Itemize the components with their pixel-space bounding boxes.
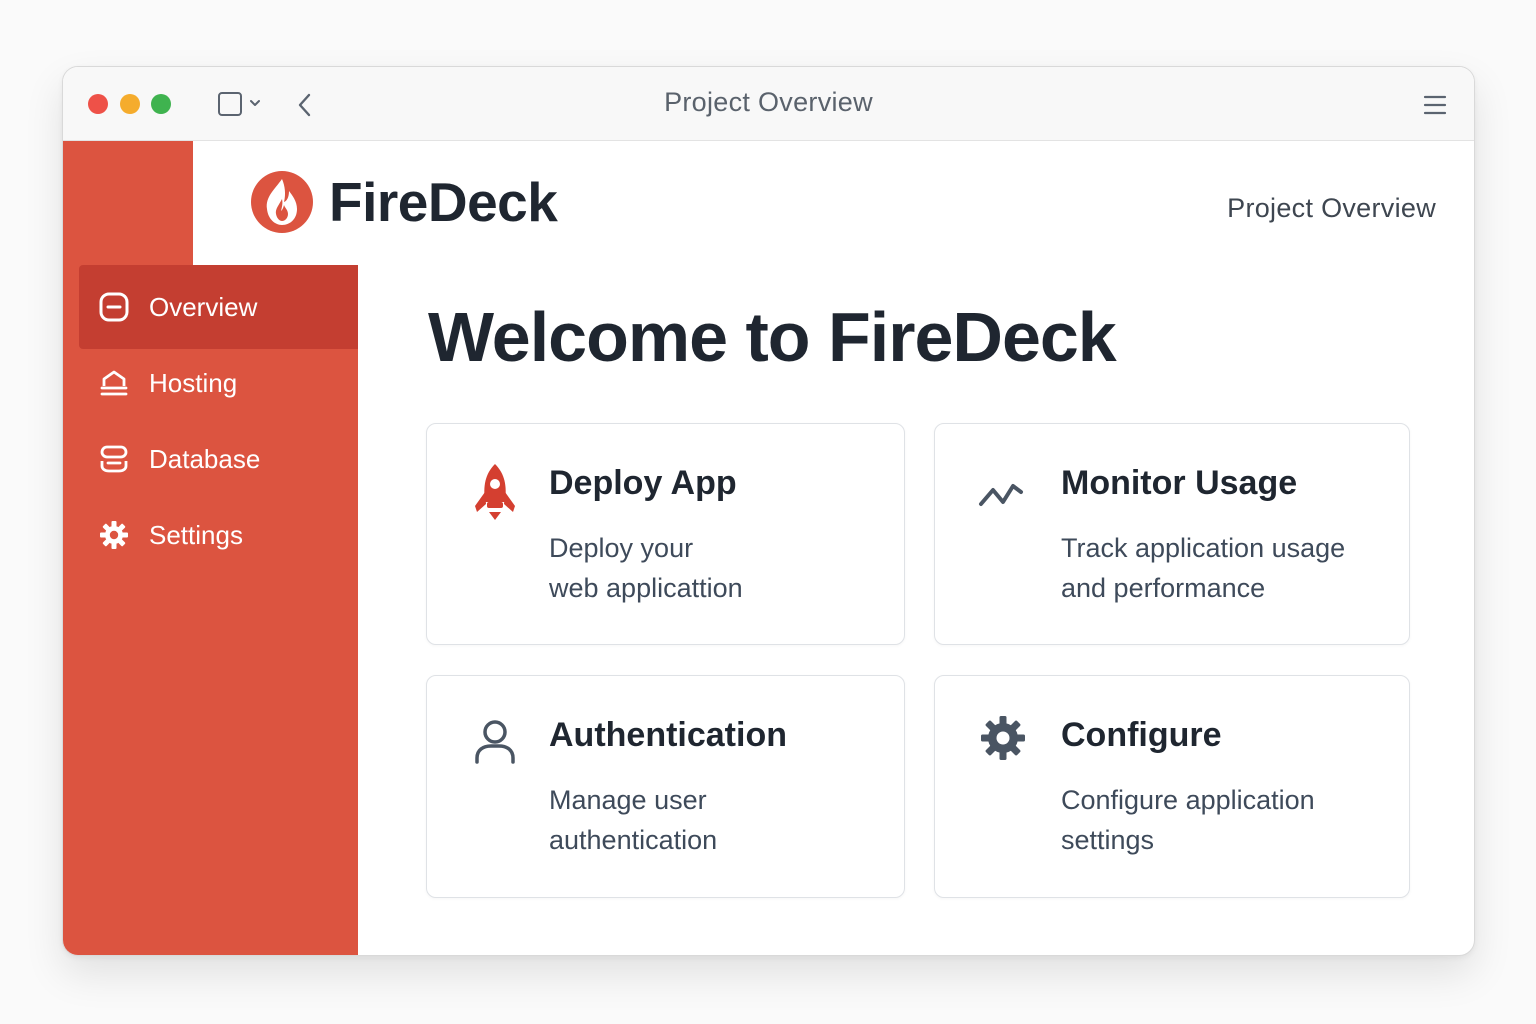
flame-icon bbox=[251, 171, 313, 233]
card-monitor-usage[interactable]: Monitor Usage Track application usage an… bbox=[934, 423, 1410, 645]
sidebar-header-strip bbox=[63, 141, 193, 265]
rocket-icon bbox=[469, 462, 521, 528]
card-description-line: settings bbox=[1061, 825, 1155, 855]
card-description-line: authentication bbox=[549, 825, 718, 855]
overview-icon bbox=[99, 292, 129, 322]
sidebar: Overview Hosting Database Settings bbox=[63, 265, 358, 955]
card-title: Monitor Usage bbox=[1061, 464, 1298, 502]
gear-icon bbox=[977, 714, 1029, 780]
gear-icon bbox=[99, 520, 129, 550]
brand[interactable]: FireDeck bbox=[249, 169, 558, 235]
sidebar-item-database[interactable]: Database bbox=[79, 417, 358, 501]
card-authentication[interactable]: Authentication Manage user authenticatio… bbox=[426, 675, 905, 898]
card-description: Configure application settings bbox=[1061, 780, 1391, 860]
card-title: Deploy App bbox=[549, 464, 737, 502]
card-description-line: Manage user bbox=[549, 785, 707, 815]
hamburger-menu-icon[interactable] bbox=[1421, 91, 1449, 119]
activity-icon bbox=[977, 462, 1029, 528]
sidebar-item-label: Overview bbox=[149, 291, 258, 322]
card-description: Deploy your web applicattion bbox=[549, 528, 879, 608]
database-icon bbox=[99, 444, 129, 474]
card-description-line: web applicattion bbox=[549, 573, 743, 603]
welcome-heading: Welcome to FireDeck bbox=[428, 298, 1117, 376]
card-configure[interactable]: Configure Configure application settings bbox=[934, 675, 1410, 898]
hosting-icon bbox=[99, 368, 129, 398]
card-deploy-app[interactable]: Deploy App Deploy your web applicattion bbox=[426, 423, 905, 645]
card-description-line: and performance bbox=[1061, 573, 1266, 603]
sidebar-item-hosting[interactable]: Hosting bbox=[79, 341, 358, 425]
card-description: Track application usage and performance bbox=[1061, 528, 1391, 608]
card-description-line: Track application usage bbox=[1061, 533, 1346, 563]
card-title: Authentication bbox=[549, 716, 787, 754]
app-window: Project Overview FireDeck Project Overvi… bbox=[62, 66, 1475, 956]
app-content: FireDeck Project Overview Overview Hosti… bbox=[63, 141, 1474, 955]
page-title-header: Project Overview bbox=[1227, 193, 1436, 223]
card-description-line: Deploy your bbox=[549, 533, 694, 563]
sidebar-item-label: Hosting bbox=[149, 367, 238, 398]
sidebar-item-label: Database bbox=[149, 443, 261, 474]
card-description: Manage user authentication bbox=[549, 780, 879, 860]
sidebar-nav: Overview Hosting Database Settings bbox=[79, 265, 358, 569]
card-title: Configure bbox=[1061, 716, 1222, 754]
sidebar-item-settings[interactable]: Settings bbox=[79, 493, 358, 577]
window-title: Project Overview bbox=[664, 87, 873, 117]
card-description-line: Configure application bbox=[1061, 785, 1315, 815]
user-icon bbox=[469, 714, 521, 780]
sidebar-item-label: Settings bbox=[149, 519, 243, 550]
sidebar-item-overview[interactable]: Overview bbox=[79, 265, 358, 349]
title-bar: Project Overview bbox=[63, 67, 1474, 141]
brand-name: FireDeck bbox=[329, 171, 558, 233]
